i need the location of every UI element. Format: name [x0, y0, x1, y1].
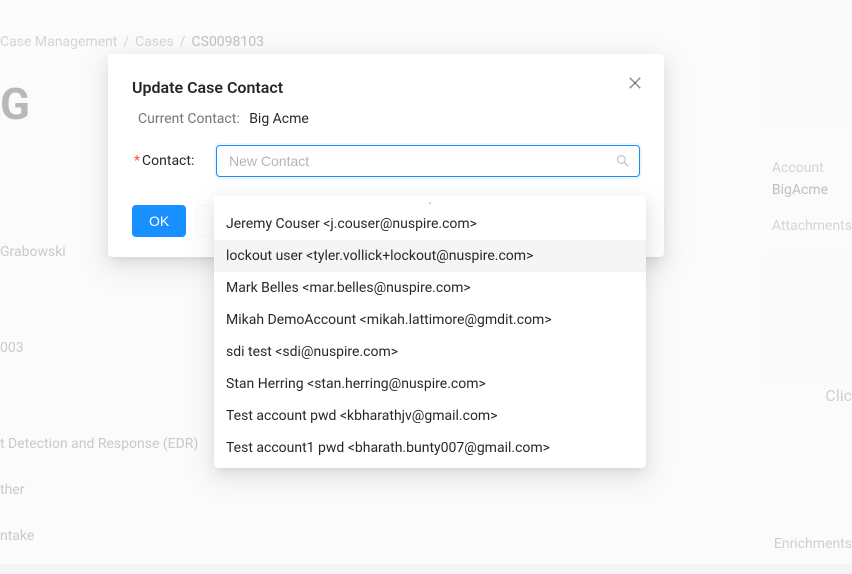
- current-contact-line: Current Contact: Big Acme: [132, 111, 640, 127]
- scroll-indicator-icon: •: [214, 200, 646, 208]
- contact-dropdown[interactable]: • Jeremy Couser <j.couser@nuspire.com>lo…: [214, 196, 646, 468]
- contact-field-label: *Contact:: [132, 153, 216, 169]
- contact-search-input[interactable]: [216, 145, 640, 177]
- contact-field-row: *Contact:: [132, 145, 640, 177]
- contact-option[interactable]: Stan Herring <stan.herring@nuspire.com>: [214, 368, 646, 400]
- required-asterisk: *: [134, 153, 140, 169]
- modal-title: Update Case Contact: [132, 78, 640, 97]
- contact-option[interactable]: sdi test <sdi@nuspire.com>: [214, 336, 646, 368]
- contact-select[interactable]: [216, 145, 640, 177]
- close-button[interactable]: [626, 74, 646, 94]
- contact-option[interactable]: Mikah DemoAccount <mikah.lattimore@gmdit…: [214, 304, 646, 336]
- contact-option[interactable]: Mark Belles <mar.belles@nuspire.com>: [214, 272, 646, 304]
- current-contact-value: Big Acme: [249, 111, 309, 127]
- current-contact-label: Current Contact:: [138, 111, 240, 127]
- ok-button[interactable]: OK: [132, 205, 186, 237]
- contact-option[interactable]: Test account pwd <kbharathjv@gmail.com>: [214, 400, 646, 432]
- close-icon: [626, 74, 644, 92]
- contact-option[interactable]: Jeremy Couser <j.couser@nuspire.com>: [214, 208, 646, 240]
- contact-option[interactable]: Test account1 pwd <bharath.bunty007@gmai…: [214, 432, 646, 464]
- contact-option[interactable]: lockout user <tyler.vollick+lockout@nusp…: [214, 240, 646, 272]
